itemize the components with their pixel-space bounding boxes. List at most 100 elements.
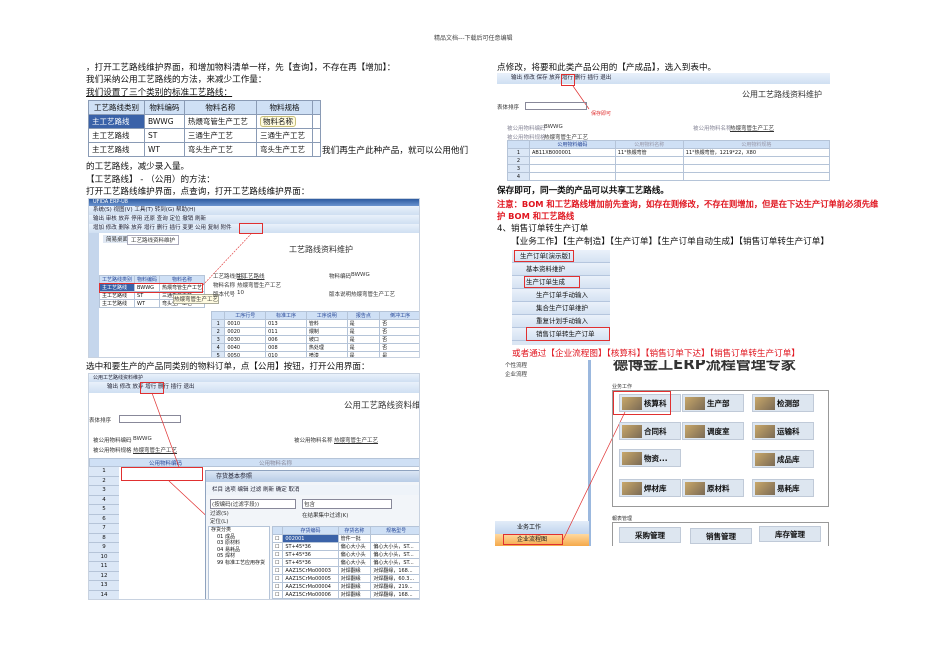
highlight-box — [514, 250, 574, 262]
cell: 对焊翻缘 — [337, 598, 372, 599]
in-result-checkbox[interactable]: 在结果集中过滤(K) — [302, 511, 348, 519]
grid-row[interactable]: ☐ AAZ15CrMo00004 对焊翻缘 对焊翻缘，219... — [271, 582, 419, 591]
tile-raw-materials[interactable]: 原材料 — [682, 479, 744, 497]
grid-row[interactable]: 4 — [507, 172, 830, 181]
menu-item[interactable]: 基本资料维护 — [512, 263, 610, 276]
grid-row[interactable]: ☐ AAZ15CrMo00003 对焊翻缘 对焊翻缘，168... — [271, 566, 419, 575]
cell: 对焊翻缘 — [337, 582, 372, 591]
table-row[interactable]: 主工艺路线 WT 弯头生产工艺 弯头生产工艺 — [88, 142, 321, 157]
cell: 三通生产工艺 — [255, 128, 314, 143]
col-header: 存货名称 — [337, 526, 372, 535]
grid-row[interactable]: 2 0020 011 煨制是否 — [210, 327, 419, 336]
cell: 对焊翻缘，168... — [370, 566, 419, 575]
paragraph: 【工艺路线】 - （公用）的方法： — [86, 175, 215, 185]
tile-production[interactable]: 生产部 — [682, 394, 744, 412]
sort-select[interactable] — [525, 102, 587, 110]
cell: 主工艺路线 — [88, 128, 145, 143]
category-tree[interactable]: 存货分类 01 成品 03 原材料 04 易耗品 05 焊材 99 标准工艺应用存货 — [208, 526, 270, 599]
filter-radio[interactable]: 过滤(S) — [210, 509, 229, 517]
tree-node[interactable]: 99 标准工艺应用存货 — [209, 560, 269, 567]
filter-field-select[interactable]: (按编码(过滤字段)) — [210, 499, 296, 509]
paragraph: 保存即可，同一类的产品可以共享工艺路线。 — [497, 186, 669, 196]
field-label: 被公用物料编码 — [507, 126, 546, 132]
grid-row[interactable]: ☐ AAZ15CrMo00006 对焊翻缘 对焊翻缘，168... — [271, 590, 419, 599]
menu-item[interactable]: 生产订单手动输入 — [512, 289, 610, 302]
field-value: 10 — [237, 290, 244, 296]
cell: 对焊翻缘 — [337, 574, 372, 583]
col-header: 物料规格 — [255, 100, 314, 115]
cell — [370, 534, 419, 543]
tile-dispatch[interactable]: 调度室 — [682, 422, 744, 440]
production-order-menu: 生产订单[演示版] 基本资料维护 生产订单生成 生产订单手动输入 集合生产订单维… — [512, 250, 610, 345]
filter-mode-select[interactable]: 包含 — [302, 499, 392, 509]
cell: 偏心大小头 — [337, 542, 372, 551]
grid-row[interactable]: 1 0010 013 管料是否 — [210, 319, 419, 328]
cell: 管件一批 — [337, 534, 372, 543]
col-header: 物料编码 — [144, 100, 185, 115]
common-route-screenshot: 公用工艺路线资料维护 输出 修改 放弃 增行 删行 插行 退出 公用工艺路线资料… — [88, 373, 420, 600]
purchase-management-button[interactable]: 采购管理 — [619, 527, 681, 543]
grid-row[interactable]: ☐ AAZ15CrMo00005 对焊翻缘 对焊翻缘，60.3... — [271, 574, 419, 583]
inventory-management-button[interactable]: 库存管理 — [759, 526, 821, 542]
locate-radio[interactable]: 定位(L) — [210, 517, 228, 525]
tile-transport[interactable]: 运输科 — [752, 422, 814, 440]
tile-materials[interactable]: 物资... — [619, 449, 681, 467]
cell: 对焊翻缘 — [337, 590, 372, 599]
cell: 对焊翻缘 — [337, 566, 372, 575]
cell: 热煨弯管生产工艺 — [183, 114, 257, 129]
grid-row[interactable]: 4 0040 008 热处理是否 — [210, 343, 419, 352]
cell: AAZ15CrMo00007 — [282, 598, 339, 599]
paragraph: 4、销售订单转生产订单 — [497, 224, 589, 234]
grid-row[interactable]: ☐ 002001 管件一批 — [271, 534, 419, 543]
menu-path: 【业务工作】【生产制造】【生产订单】【生产订单自动生成】【销售订单转生产订单】 — [511, 237, 829, 247]
field-value: 热煨弯管生产工艺 — [237, 283, 282, 289]
paragraph: 我们采纳公用工艺路线的方法，来减少工作量： — [86, 75, 267, 85]
tile-consumables[interactable]: 易耗库 — [752, 479, 814, 497]
note-paragraph: 注意：BOM 和工艺路线增加前先查询，如存在则修改，不存在则增加，但是在下达生产… — [497, 199, 879, 209]
grid-row[interactable]: 3 0030 006 坡口是否 — [210, 335, 419, 344]
sales-management-button[interactable]: 销售管理 — [690, 528, 752, 544]
menu-item[interactable]: 集合生产订单维护 — [512, 302, 610, 315]
cell: 偏心大小头 — [337, 558, 372, 567]
cell: ST+45*36 — [282, 550, 339, 559]
grid-row[interactable]: ☐AAZ15CrMo00007对焊翻缘对焊翻缘，60*T... — [271, 598, 419, 599]
header-note: 精品文档---下载后可任意编辑 — [434, 35, 513, 42]
dialog-toolbar[interactable]: 栏目 选项 编辑 过滤 刷新 确定 取消 — [206, 485, 419, 495]
group-label: 业务工作 — [612, 384, 633, 390]
field-value: 热煨弯管生产工艺 — [351, 292, 396, 298]
grid-row[interactable]: 3 — [507, 164, 830, 173]
cell: 弯头生产工艺 — [183, 142, 257, 157]
tile-inspection[interactable]: 检测部 — [752, 394, 814, 412]
grid-row[interactable]: ☐ ST+45*36 偏心大小头 偏心大小头，ST... — [271, 542, 419, 551]
field-label: 物料编码 — [329, 274, 352, 280]
cell: AAZ15CrMo00005 — [282, 574, 339, 583]
cell: 对焊翻缘，168... — [370, 590, 419, 599]
grid-row[interactable]: ☐ ST+45*36 偏心大小头 偏心大小头，ST... — [271, 558, 419, 567]
grid-row[interactable]: 2 — [507, 156, 830, 165]
cell: 对焊翻缘，60*T... — [370, 598, 419, 599]
cell: 偏心大小头，ST... — [370, 558, 419, 567]
col-header: 工艺路线类别 — [88, 100, 145, 115]
grid-row[interactable]: ☐ ST+45*36 偏心大小头 偏心大小头，ST... — [271, 550, 419, 559]
field-label: 版本代号 — [213, 292, 236, 298]
tile-contract[interactable]: 合同科 — [619, 422, 681, 440]
cell: 主工艺路线 — [88, 142, 145, 157]
cell: 偏心大小头 — [337, 550, 372, 559]
field-value: BWWG — [351, 272, 370, 278]
cell: AAZ15CrMo00006 — [282, 590, 339, 599]
tile-finished-goods[interactable]: 成品库 — [752, 450, 814, 468]
cell: 偏心大小头，ST... — [370, 542, 419, 551]
highlight-box — [526, 327, 610, 341]
grid-row[interactable]: 5 0050 010 喷漆是是 — [210, 351, 419, 357]
table-row[interactable]: 主工艺路线 ST 三通生产工艺 三通生产工艺 — [88, 128, 321, 143]
enterprise-flow-screenshot: 个性流程 企业流程 德博金工ERP流程管理专家 业务工作 企业流程图 业务工作 … — [495, 360, 830, 546]
cell: ST — [144, 128, 185, 143]
table-row[interactable]: 主工艺路线 BWWG 热煨弯管生产工艺 物料名称 — [88, 114, 321, 129]
cell: ST+45*36 — [282, 542, 339, 551]
cell: 偏心大小头，ST... — [370, 550, 419, 559]
tile-welding[interactable]: 焊材库 — [619, 479, 681, 497]
grid-row[interactable]: 1 AB11XB000001 11°热煨弯管 11°热煨弯管，1219*22，X80 — [507, 148, 830, 157]
field-value: 主工艺路线 — [237, 274, 265, 280]
cell: AAZ15CrMo00004 — [282, 582, 339, 591]
note-paragraph: 护 BOM 和工艺路线 — [497, 211, 575, 221]
